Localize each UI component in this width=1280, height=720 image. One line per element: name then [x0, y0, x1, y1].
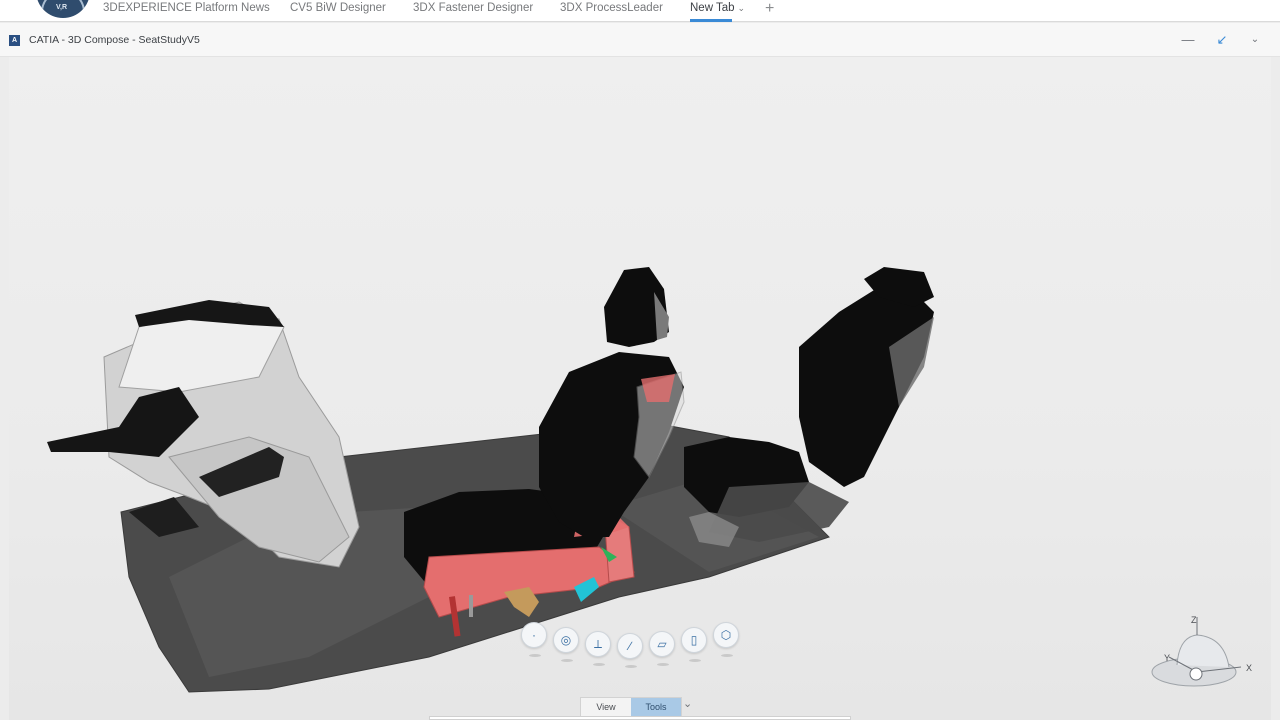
- compass-axis-y: Y: [1164, 653, 1171, 663]
- 3dexperience-compass-icon[interactable]: V,R: [36, 0, 90, 18]
- action-bar: View Tools: [580, 697, 682, 717]
- minimize-icon[interactable]: —: [1178, 30, 1198, 50]
- box-tool-glyph: ⬡: [720, 628, 732, 642]
- tab-new-tab-label: New Tab: [690, 2, 735, 14]
- platform-tab-bar: V,R 3DEXPERIENCE Platform News CV5 BiW D…: [0, 0, 1280, 22]
- plane-tool-glyph: ▱: [657, 637, 667, 651]
- line-tool-glyph: ∕: [628, 639, 631, 653]
- compass-axis-x: X: [1246, 663, 1253, 673]
- view-compass-icon[interactable]: [1151, 617, 1242, 687]
- catia-app-icon: A: [9, 35, 20, 46]
- seat-study-3d-model[interactable]: [9, 57, 1271, 720]
- target-tool-glyph: ◎: [560, 633, 572, 647]
- tool-shadow: [593, 663, 605, 666]
- cylinder-tool-icon[interactable]: ▯: [681, 627, 707, 662]
- tool-shadow: [689, 659, 701, 662]
- chevron-down-icon[interactable]: ⌄: [738, 3, 746, 13]
- box-tool-icon[interactable]: ⬡: [713, 622, 739, 657]
- tab-view[interactable]: View: [581, 698, 631, 716]
- line-tool-icon[interactable]: ∕: [617, 633, 643, 668]
- collapse-arrows-icon[interactable]: ↙: [1212, 30, 1232, 50]
- point-tool-glyph: ·: [532, 628, 536, 642]
- tool-shadow: [625, 665, 637, 668]
- tab-cv5-biw-designer[interactable]: CV5 BiW Designer: [290, 2, 386, 14]
- action-bar-strip: [429, 716, 851, 720]
- axis-system-tool-icon[interactable]: ⟂: [585, 631, 611, 666]
- cylinder-tool-glyph: ▯: [690, 633, 698, 647]
- tab-platform-news[interactable]: 3DEXPERIENCE Platform News: [103, 2, 270, 14]
- plane-tool-icon[interactable]: ▱: [649, 631, 675, 666]
- tab-tools[interactable]: Tools: [631, 698, 681, 716]
- 3d-viewport[interactable]: Z X Y · ◎ ⟂ ∕ ▱ ▯ ⬡: [9, 57, 1271, 720]
- widget-title: CATIA - 3D Compose - SeatStudyV5: [29, 34, 200, 46]
- widget-header: A CATIA - 3D Compose - SeatStudyV5 — ↙ ⌄: [0, 23, 1280, 57]
- tab-3dx-processleader[interactable]: 3DX ProcessLeader: [560, 2, 663, 14]
- plus-icon[interactable]: +: [765, 0, 774, 18]
- tool-shadow: [721, 654, 733, 657]
- action-bar-expand-icon[interactable]: ⌄: [683, 697, 692, 710]
- point-tool-icon[interactable]: ·: [521, 622, 547, 657]
- tool-shadow: [561, 659, 573, 662]
- compass-label: V,R: [56, 4, 68, 11]
- tool-shadow: [529, 654, 541, 657]
- seat-bolt-gray: [469, 595, 473, 617]
- target-tool-icon[interactable]: ◎: [553, 627, 579, 662]
- tab-3dx-fastener-designer[interactable]: 3DX Fastener Designer: [413, 2, 533, 14]
- tool-shadow: [657, 663, 669, 666]
- chevron-down-icon[interactable]: ⌄: [1245, 30, 1265, 50]
- axis-tool-glyph: ⟂: [593, 636, 602, 651]
- active-tab-indicator: [690, 19, 732, 22]
- passenger-seat-back: [799, 287, 934, 487]
- tab-new-tab[interactable]: New Tab ⌄: [690, 2, 745, 14]
- compass-axis-z: Z: [1191, 615, 1197, 625]
